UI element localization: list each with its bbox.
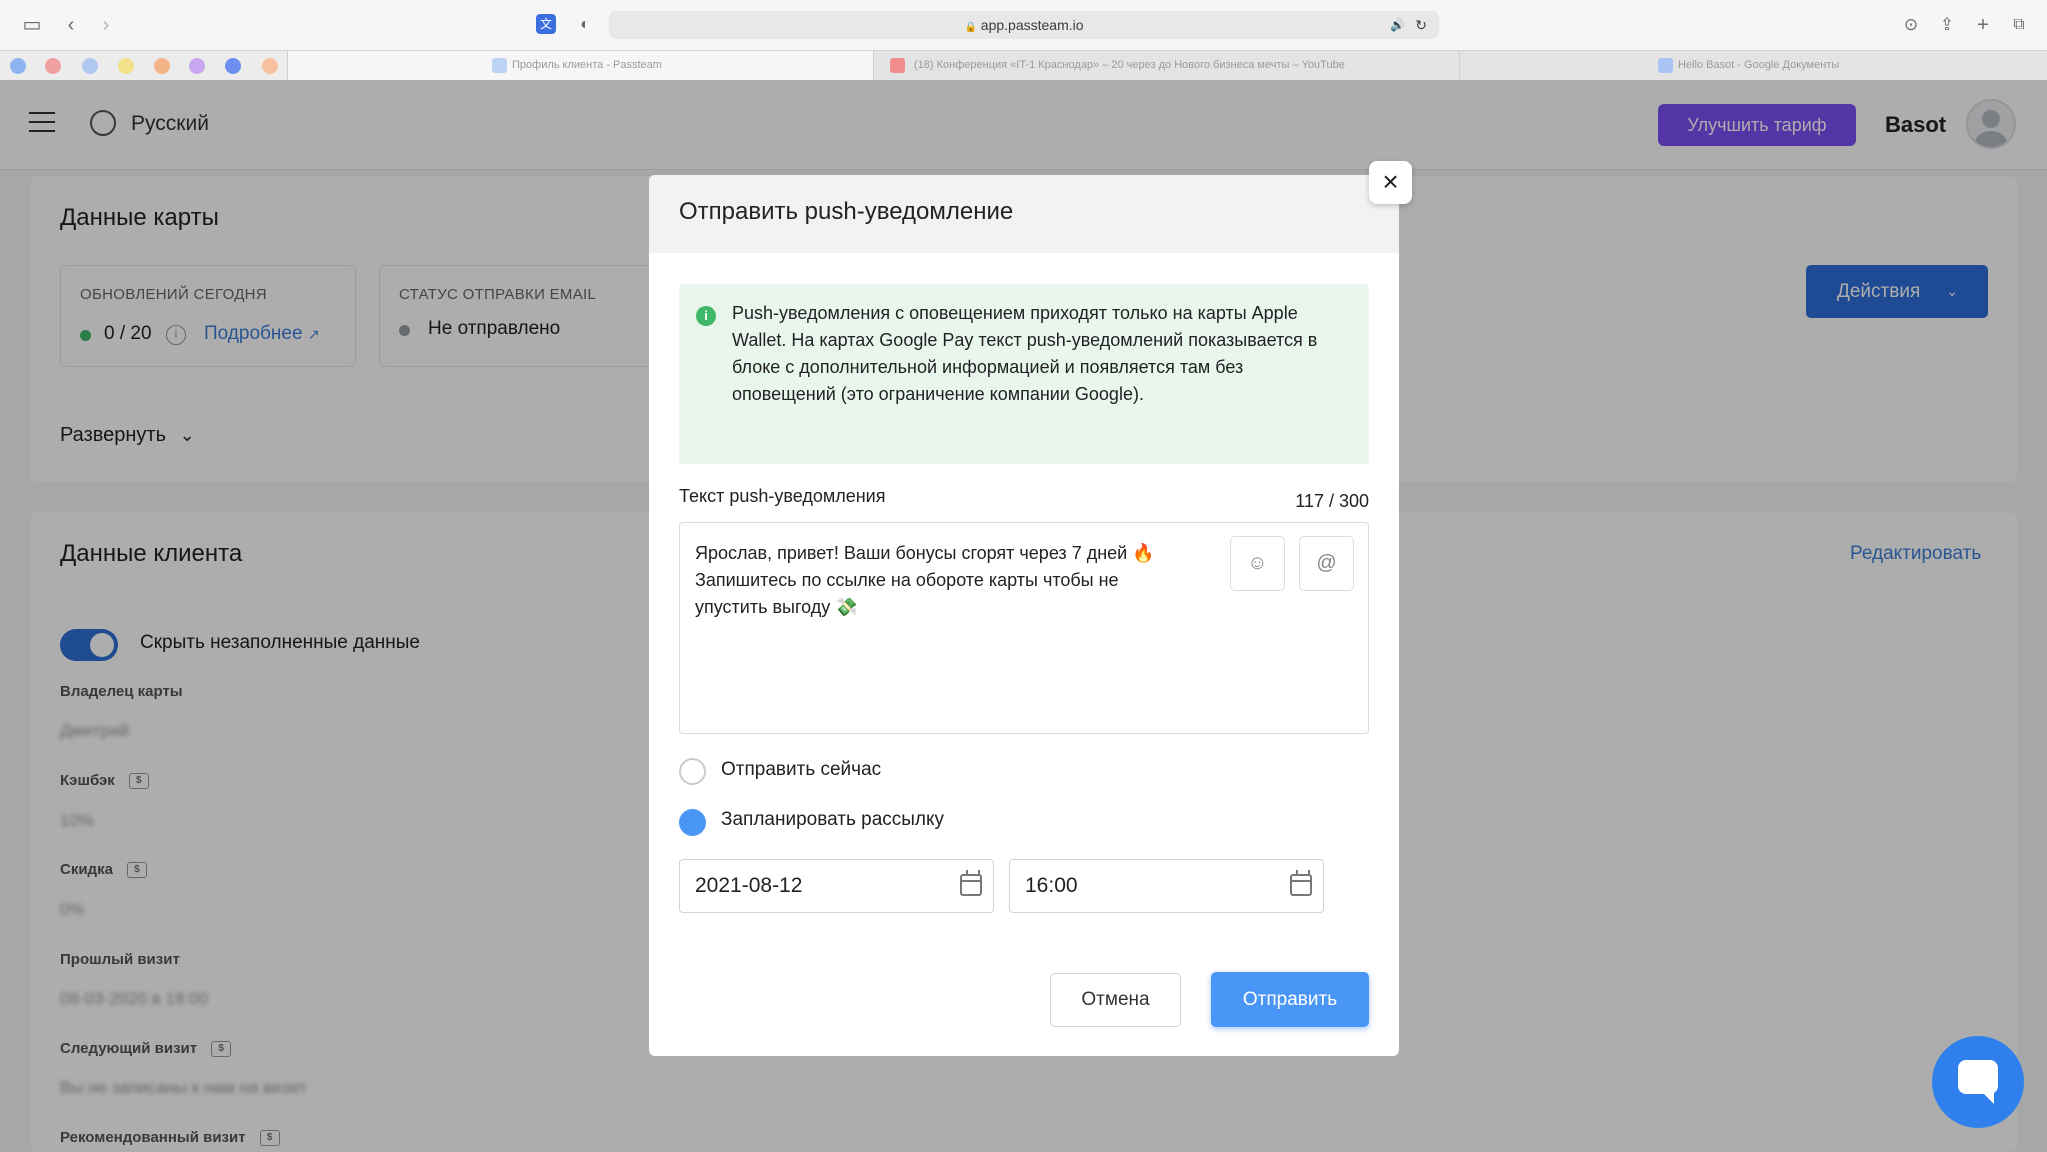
date-value: 2021-08-12 (695, 874, 803, 897)
message-text: Ярослав, привет! Ваши бонусы сгорят чере… (695, 543, 1155, 617)
pinned-tab-icon[interactable] (154, 58, 170, 74)
send-now-radio[interactable] (679, 758, 706, 785)
notice-text: Push-уведомления с оповещением приходят … (732, 303, 1318, 404)
calendar-icon[interactable] (960, 870, 982, 896)
tab-youtube[interactable]: (18) Конференция «IT-1 Краснодар» – 20 ч… (874, 51, 1460, 80)
reload-icon[interactable]: ↻ (1415, 11, 1427, 39)
tab-bar: Профиль клиента - Passteam (18) Конферен… (0, 50, 2047, 80)
at-icon: @ (1316, 552, 1337, 574)
emoji-button[interactable]: ☺ (1230, 536, 1285, 591)
privacy-shield-icon[interactable]: ◐ (573, 14, 597, 36)
info-notice: i Push-уведомления с оповещением приходя… (679, 284, 1369, 464)
pinned-tab-icon[interactable] (189, 58, 205, 74)
info-icon: i (696, 306, 716, 326)
push-notification-modal: Отправить push-уведомление i Push-уведом… (649, 175, 1399, 1056)
send-button[interactable]: Отправить (1211, 972, 1369, 1027)
tab-label: (18) Конференция «IT-1 Краснодар» – 20 ч… (914, 59, 1345, 71)
tab-overview-icon[interactable]: ⧉ (2007, 14, 2031, 36)
close-icon[interactable]: × (1369, 161, 1412, 204)
new-tab-icon[interactable]: + (1971, 14, 1995, 36)
calendar-icon[interactable] (1290, 870, 1312, 896)
tab-google-docs[interactable]: Hello Basot - Google Документы (1460, 51, 2047, 80)
passteam-favicon (492, 58, 507, 73)
chat-icon (1958, 1060, 1998, 1104)
pinned-tabs (0, 51, 288, 80)
send-now-label[interactable]: Отправить сейчас (721, 759, 881, 781)
pinned-tab-icon[interactable] (225, 58, 241, 74)
browser-chrome: ▭ ‹ › 文 ◐ 🔒 app.passteam.io 🔊 ↻ ⊙ ⇪ + ⧉ … (0, 0, 2047, 80)
modal-title: Отправить push-уведомление (679, 198, 1014, 225)
mention-button[interactable]: @ (1299, 536, 1354, 591)
tab-label: Hello Basot - Google Документы (1678, 59, 1840, 71)
char-counter: 117 / 300 (1295, 491, 1369, 511)
address-bar[interactable]: 🔒 app.passteam.io 🔊 ↻ (609, 11, 1439, 39)
tab-passteam[interactable]: Профиль клиента - Passteam (288, 51, 874, 80)
pinned-tab-icon[interactable] (45, 58, 61, 74)
schedule-label[interactable]: Запланировать рассылку (721, 809, 944, 831)
modal-header: Отправить push-уведомление (649, 175, 1399, 253)
back-icon[interactable]: ‹ (59, 14, 83, 36)
message-textarea[interactable]: Ярослав, привет! Ваши бонусы сгорят чере… (679, 522, 1369, 734)
time-value: 16:00 (1025, 874, 1078, 897)
share-icon[interactable]: ⇪ (1935, 14, 1959, 36)
audio-icon[interactable]: 🔊 (1390, 11, 1405, 39)
pinned-tab-icon[interactable] (10, 58, 26, 74)
lock-icon: 🔒 (964, 22, 977, 33)
date-field[interactable]: 2021-08-12 (679, 859, 994, 913)
translate-extension-icon[interactable]: 文 (536, 14, 556, 34)
pinned-tab-icon[interactable] (262, 58, 278, 74)
time-field[interactable]: 16:00 (1009, 859, 1324, 913)
schedule-radio[interactable] (679, 809, 706, 836)
text-label: Текст push-уведомления (679, 486, 886, 506)
url-text: app.passteam.io (980, 17, 1084, 33)
forward-icon[interactable]: › (94, 14, 118, 36)
emoji-icon: ☺ (1247, 552, 1268, 574)
tab-label: Профиль клиента - Passteam (512, 59, 662, 71)
pinned-tab-icon[interactable] (82, 58, 98, 74)
browser-toolbar: ▭ ‹ › 文 ◐ 🔒 app.passteam.io 🔊 ↻ ⊙ ⇪ + ⧉ (0, 0, 2047, 50)
sidebar-toggle-icon[interactable]: ▭ (20, 14, 44, 36)
downloads-icon[interactable]: ⊙ (1899, 14, 1923, 36)
chat-widget-button[interactable] (1932, 1036, 2024, 1128)
pinned-tab-icon[interactable] (118, 58, 134, 74)
docs-favicon (1658, 58, 1673, 73)
cancel-button[interactable]: Отмена (1050, 973, 1181, 1027)
youtube-favicon (890, 58, 905, 73)
